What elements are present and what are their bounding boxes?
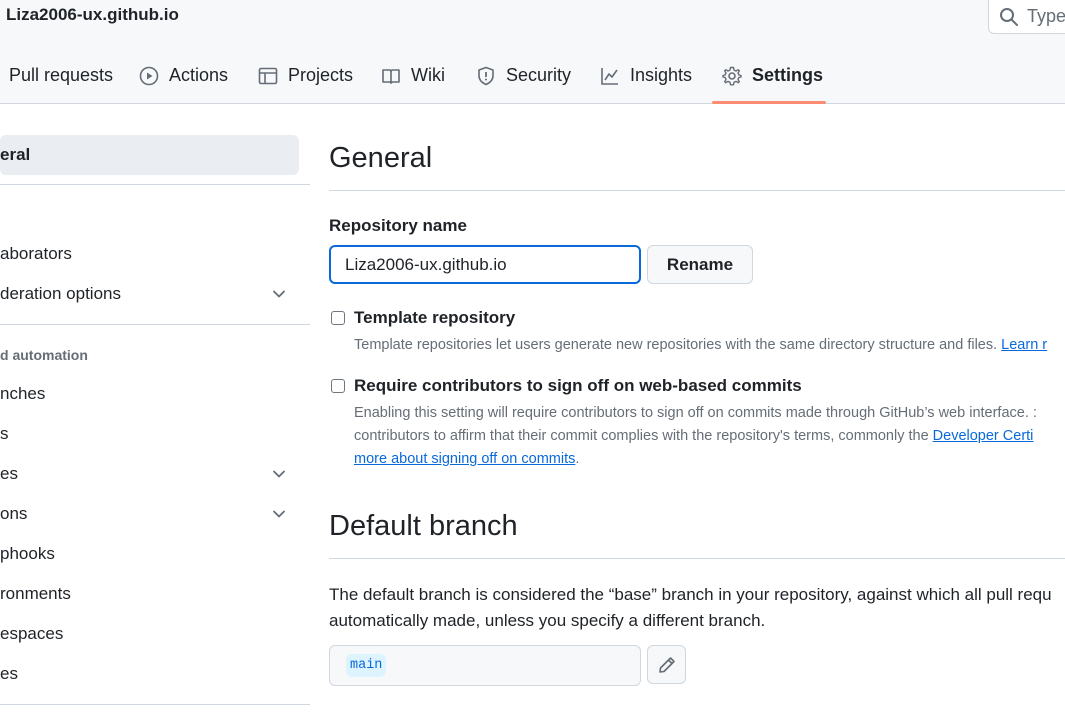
rename-button[interactable]: Rename (647, 245, 753, 284)
sidebar-divider (0, 324, 310, 325)
tab-label: Security (506, 65, 572, 85)
tab-insights[interactable]: Insights (600, 56, 692, 104)
tab-actions[interactable]: Actions (139, 56, 228, 104)
repo-name-input[interactable] (329, 245, 641, 284)
shield-icon (478, 66, 494, 86)
sidebar-item-codespaces[interactable]: espaces (0, 614, 300, 654)
sidebar-item-environments[interactable]: ronments (0, 574, 300, 614)
template-repository-title: Template repository (354, 308, 516, 327)
tab-pull-requests[interactable]: Pull requests (9, 56, 113, 104)
repo-header: Liza2006-ux.github.io Type Pull requests… (0, 0, 1065, 104)
template-description-text: Template repositories let users generate… (354, 337, 998, 353)
sidebar-item-moderation-options[interactable]: deration options (0, 274, 300, 314)
signoff-description: Enabling this setting will require contr… (354, 402, 1037, 471)
signoff-desc-line-2: contributors to affirm that their commit… (354, 425, 1037, 448)
default-branch-field: main (329, 645, 641, 686)
sidebar-item-tags[interactable]: s (0, 414, 300, 454)
template-repository-checkbox[interactable] (331, 311, 345, 325)
graph-icon (601, 68, 618, 85)
sidebar-item-label: phooks (0, 544, 55, 563)
tab-label: Insights (630, 65, 693, 85)
learn-more-link[interactable]: Learn r (1001, 337, 1047, 353)
repo-title[interactable]: Liza2006-ux.github.io (6, 5, 179, 25)
signoff-desc-line-1: Enabling this setting will require contr… (354, 405, 1037, 421)
tab-label: Actions (169, 65, 229, 85)
sidebar-item-label: es (0, 664, 18, 683)
signoff-title: Require contributors to sign off on web-… (354, 376, 802, 395)
search-icon (1000, 8, 1018, 26)
general-heading: General (329, 142, 433, 174)
tab-settings[interactable]: Settings (722, 56, 823, 104)
signoff-checkbox[interactable] (331, 379, 345, 393)
sidebar-item-label: aborators (0, 244, 72, 263)
sidebar-divider (0, 184, 310, 185)
signoff-desc-line-3: more about signing off on commits. (354, 448, 1037, 471)
edit-default-branch-button[interactable] (647, 645, 686, 684)
section-divider (329, 558, 1065, 559)
sidebar-divider (0, 704, 310, 705)
sidebar-item-label: nches (0, 384, 46, 403)
gear-icon (722, 66, 742, 86)
developer-certificate-link[interactable]: Developer Certi (933, 428, 1034, 444)
play-icon (139, 66, 159, 86)
default-branch-description: The default branch is considered the “ba… (329, 582, 1052, 634)
sidebar-item-rules[interactable]: es (0, 454, 300, 494)
sidebar-item-collaborators[interactable]: aborators (0, 234, 300, 274)
sidebar-item-label: espaces (0, 624, 64, 643)
table-icon (258, 67, 278, 85)
sidebar-item-actions[interactable]: ons (0, 494, 300, 534)
signing-off-link[interactable]: more about signing off on commits (354, 451, 575, 467)
tab-label: Wiki (411, 65, 445, 85)
book-icon (382, 69, 400, 84)
settings-sidebar: eral aborators deration options d automa… (0, 104, 310, 720)
chevron-down-icon (273, 470, 285, 478)
tab-wiki[interactable]: Wiki (381, 56, 445, 104)
sidebar-item-general[interactable]: eral (0, 135, 299, 175)
template-repository-description: Template repositories let users generate… (354, 334, 1047, 357)
chevron-down-icon (273, 290, 285, 298)
default-branch-line-2: automatically made, unless you specify a… (329, 611, 766, 630)
default-branch-line-1: The default branch is considered the “ba… (329, 585, 1052, 604)
sidebar-item-pages[interactable]: es (0, 654, 300, 694)
search-placeholder: Type (1027, 6, 1065, 26)
repo-name-label: Repository name (329, 216, 467, 235)
default-branch-heading: Default branch (329, 510, 518, 542)
tab-security[interactable]: Security (476, 56, 571, 104)
tab-label: Settings (752, 65, 824, 85)
search-input[interactable]: Type (988, 0, 1065, 34)
settings-main: General Repository name Rename Template … (329, 104, 1065, 720)
tab-label: Projects (288, 65, 354, 85)
signoff-desc-line-2-text: contributors to affirm that their commit… (354, 428, 929, 444)
sidebar-item-label: eral (0, 145, 31, 164)
section-divider (329, 190, 1065, 191)
sidebar-item-branches[interactable]: nches (0, 374, 300, 414)
sidebar-item-label: es (0, 464, 18, 483)
sidebar-section-heading: d automation (0, 347, 88, 363)
chevron-down-icon (273, 510, 285, 518)
pencil-icon (659, 657, 675, 673)
sidebar-item-webhooks[interactable]: phooks (0, 534, 300, 574)
tab-label: Pull requests (9, 65, 114, 85)
sidebar-item-label: s (0, 424, 9, 443)
sidebar-item-label: ons (0, 504, 28, 523)
branch-name-badge: main (346, 654, 387, 677)
sidebar-item-label: ronments (0, 584, 71, 603)
signoff-desc-period: . (575, 451, 580, 467)
sidebar-item-label: deration options (0, 284, 121, 303)
tab-projects[interactable]: Projects (258, 56, 353, 104)
